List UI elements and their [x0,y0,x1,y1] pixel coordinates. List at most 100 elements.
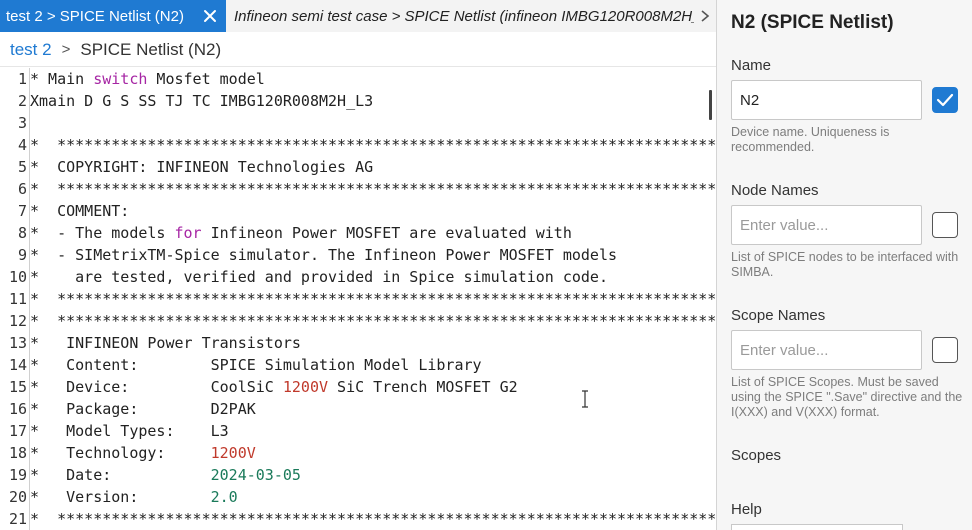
code-text: * **************************************… [30,178,716,200]
code-text: * Date: 2024-03-05 [30,464,301,486]
tab-infineon-test-case[interactable]: Infineon semi test case > SPICE Netlist … [226,0,716,32]
code-line[interactable]: 12 * ************************************… [0,310,716,332]
editor-area: test 2 > SPICE Netlist (N2) Infineon sem… [0,0,716,530]
line-number: 21 [8,510,27,528]
code-line[interactable]: 21 * ************************************… [0,508,716,530]
line-number: 12 [8,312,27,330]
text-cursor-icon [582,390,588,408]
line-number: 9 [17,246,27,264]
token-text: Mosfet model [147,70,265,88]
node-names-checkbox[interactable] [932,212,958,238]
code-line[interactable]: 2 Xmain D G S SS TJ TC IMBG120R008M2H_L3 [0,90,716,112]
line-number: 15 [8,378,27,396]
line-number: 10 [8,268,27,286]
code-text: * INFINEON Power Transistors [30,332,301,354]
code-line[interactable]: 16 * Package: D2PAK [0,398,716,420]
scopes-label: Scopes [731,447,782,464]
name-label: Name [731,57,772,74]
token-num: 1200V [210,444,256,462]
breadcrumb-parent-link[interactable]: test 2 [10,40,52,60]
code-line[interactable]: 7 * COMMENT: [0,200,716,222]
code-text: * Version: 2.0 [30,486,238,508]
token-text: * COMMENT: [30,202,130,220]
token-text: * Version: [30,488,211,506]
code-line[interactable]: 13 * INFINEON Power Transistors [0,332,716,354]
properties-panel: N2 (SPICE Netlist) Name Device name. Uni… [716,0,972,530]
panel-title: N2 (SPICE Netlist) [731,12,894,33]
token-text: Infineon Power MOSFET are evaluated with [201,224,572,242]
code-line[interactable]: 10 * are tested, verified and provided in… [0,266,716,288]
code-line[interactable]: 1 * Main switch Mosfet model [0,68,716,90]
code-line[interactable]: 3 [0,112,716,134]
code-line[interactable]: 6 * *************************************… [0,178,716,200]
code-text: * Content: SPICE Simulation Model Librar… [30,354,482,376]
check-icon [936,93,954,107]
close-icon[interactable] [200,6,220,26]
token-text: * **************************************… [30,312,716,330]
line-number: 1 [17,70,27,88]
token-text: * INFINEON Power Transistors [30,334,301,352]
breadcrumb: test 2 > SPICE Netlist (N2) [0,33,716,67]
line-number: 18 [8,444,27,462]
token-text: * are tested, verified and provided in S… [30,268,608,286]
token-num: 1200V [282,378,329,396]
line-number: 8 [17,224,27,242]
token-text: * **************************************… [30,180,716,198]
code-line[interactable]: 20 * Version: 2.0 [0,486,716,508]
line-number: 4 [17,136,27,154]
token-date: 2024-03-05 [210,466,301,484]
code-line[interactable]: 11 * ************************************… [0,288,716,310]
code-text: * **************************************… [30,508,716,530]
node-names-input[interactable] [731,205,922,245]
code-text: * Main switch Mosfet model [30,68,265,90]
line-number: 7 [17,202,27,220]
scope-names-help-text: List of SPICE Scopes. Must be saved usin… [731,375,963,419]
token-text: Xmain D G S SS TJ TC IMBG120R008M2H_L3 [30,92,374,110]
line-number: 2 [17,92,27,110]
code-text: * Model Types: L3 [30,420,229,442]
code-editor[interactable]: 1 * Main switch Mosfet model 2 Xmain D G S … [0,68,716,530]
token-text: SiC Trench MOSFET G2 [328,378,518,396]
line-number: 6 [17,180,27,198]
code-line[interactable]: 19 * Date: 2024-03-05 [0,464,716,486]
name-checkbox[interactable] [932,87,958,113]
breadcrumb-separator: > [61,41,71,58]
tab-label: test 2 > SPICE Netlist (N2) [6,7,184,25]
name-input[interactable] [731,80,922,120]
code-line[interactable]: 18 * Technology: 1200V [0,442,716,464]
code-line[interactable]: 14 * Content: SPICE Simulation Model Libr… [0,354,716,376]
line-number: 14 [8,356,27,374]
line-number: 13 [8,334,27,352]
line-number: 3 [17,114,27,132]
code-line[interactable]: 4 * *************************************… [0,134,716,156]
code-text: * are tested, verified and provided in S… [30,266,608,288]
token-text: * Date: [30,466,211,484]
code-text: Xmain D G S SS TJ TC IMBG120R008M2H_L3 [30,90,373,112]
code-text: * **************************************… [30,310,716,332]
token-text: * Content: SPICE Simulation Model Librar… [30,356,482,374]
code-text: * COMMENT: [30,200,129,222]
code-text: * - The models for Infineon Power MOSFET… [30,222,572,244]
token-text: * Main [30,70,94,88]
code-text: * Package: D2PAK [30,398,256,420]
code-line[interactable]: 15 * Device: CoolSiC 1200V SiC Trench MOS… [0,376,716,398]
chevron-right-icon[interactable] [694,0,716,32]
node-names-help-text: List of SPICE nodes to be interfaced wit… [731,250,959,279]
token-date: 2.0 [210,488,238,506]
code-line[interactable]: 9 * - SIMetrixTM-Spice simulator. The Inf… [0,244,716,266]
code-text: * COPYRIGHT: INFINEON Technologies AG [30,156,373,178]
scrollbar-thumb[interactable] [709,90,712,120]
code-text: * **************************************… [30,134,716,156]
help-field[interactable] [731,524,903,530]
token-text: * Package: D2PAK [30,400,256,418]
breadcrumb-current: SPICE Netlist (N2) [80,39,222,59]
line-number: 19 [8,466,27,484]
code-line[interactable]: 17 * Model Types: L3 [0,420,716,442]
scope-names-input[interactable] [731,330,922,370]
tab-spice-netlist-n2[interactable]: test 2 > SPICE Netlist (N2) [0,0,226,32]
code-line[interactable]: 8 * - The models for Infineon Power MOSFE… [0,222,716,244]
scope-names-checkbox[interactable] [932,337,958,363]
token-text: * Model Types: L3 [30,422,229,440]
code-line[interactable]: 5 * COPYRIGHT: INFINEON Technologies AG [0,156,716,178]
code-text: * **************************************… [30,288,716,310]
